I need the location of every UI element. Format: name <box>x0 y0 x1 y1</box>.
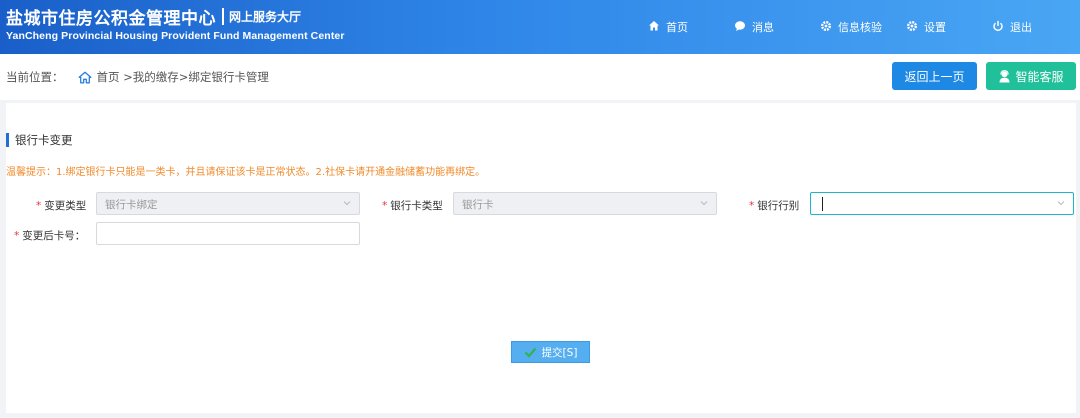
chevron-down-icon <box>343 201 351 206</box>
chevron-down-icon <box>1057 201 1065 206</box>
logo: 盐城市住房公积金管理中心 网上服务大厅 YanCheng Provincial … <box>6 5 345 42</box>
change-type-select[interactable]: 银行卡绑定 <box>96 192 360 215</box>
breadcrumb: 当前位置： 首页 >我的缴存>绑定银行卡管理 <box>6 69 269 85</box>
nav-settings-label: 设置 <box>924 21 946 34</box>
message-icon <box>735 21 745 31</box>
card-type-select[interactable]: 银行卡 <box>453 192 717 215</box>
nav-settings[interactable]: 设置 <box>906 0 946 54</box>
required-mark: * <box>14 230 20 242</box>
bank-select[interactable] <box>810 192 1074 215</box>
new-card-no-input[interactable] <box>96 222 360 245</box>
back-button[interactable]: 返回上一页 <box>892 62 977 90</box>
submit-label: 提交[S] <box>541 346 578 359</box>
section-title: 银行卡变更 <box>6 133 73 147</box>
new-card-no-label-text: 变更后卡号： <box>22 230 86 242</box>
home-icon <box>649 21 659 31</box>
breadcrumb-prefix: 当前位置： <box>6 70 64 84</box>
required-mark: * <box>382 200 388 212</box>
smart-service-button[interactable]: 智能客服 <box>986 62 1076 90</box>
warm-tip: 温馨提示：1.绑定银行卡只能是一类卡，并且请保证该卡是正常状态。2.社保卡请开通… <box>6 167 486 178</box>
customer-service-icon <box>999 69 1010 82</box>
text-caret <box>822 197 823 211</box>
section-title-text: 银行卡变更 <box>15 133 73 147</box>
nav-logout-label: 退出 <box>1010 21 1032 34</box>
card-type-value: 银行卡 <box>462 199 494 211</box>
new-card-no-label: * 变更后卡号： <box>14 228 85 243</box>
top-header: 盐城市住房公积金管理中心 网上服务大厅 YanCheng Provincial … <box>0 0 1080 54</box>
nav-messages-label: 消息 <box>752 21 774 34</box>
gear-icon <box>907 21 917 31</box>
chevron-down-icon <box>700 201 708 206</box>
back-button-label: 返回上一页 <box>904 69 965 84</box>
main-panel: 银行卡变更 温馨提示：1.绑定银行卡只能是一类卡，并且请保证该卡是正常状态。2.… <box>6 103 1076 413</box>
nav-info-verify[interactable]: 信息核验 <box>820 0 882 54</box>
site-title-en: YanCheng Provincial Housing Provident Fu… <box>6 30 345 42</box>
site-subtitle: 网上服务大厅 <box>229 9 302 24</box>
required-mark: * <box>36 200 42 212</box>
card-type-label-text: 银行卡类型 <box>390 200 443 212</box>
home-icon[interactable] <box>78 71 92 84</box>
check-icon <box>524 347 536 358</box>
nav-info-verify-label: 信息核验 <box>838 21 882 34</box>
nav-logout[interactable]: 退出 <box>992 0 1032 54</box>
bank-label-text: 银行行别 <box>757 200 800 212</box>
nav-messages[interactable]: 消息 <box>734 0 774 54</box>
breadcrumb-path[interactable]: 首页 >我的缴存>绑定银行卡管理 <box>97 69 269 85</box>
submit-button[interactable]: 提交[S] <box>511 341 590 363</box>
gear-icon <box>821 21 831 31</box>
section-title-marker <box>6 133 9 147</box>
required-mark: * <box>749 200 755 212</box>
nav-home[interactable]: 首页 <box>648 0 688 54</box>
change-type-label-text: 变更类型 <box>44 200 87 212</box>
smart-service-label: 智能客服 <box>1015 69 1064 84</box>
change-type-label: * 变更类型 <box>36 198 86 213</box>
card-type-label: * 银行卡类型 <box>382 198 443 213</box>
change-type-value: 银行卡绑定 <box>105 199 158 211</box>
bank-label: * 银行行别 <box>749 198 799 213</box>
nav-home-label: 首页 <box>666 21 688 34</box>
title-divider <box>222 7 224 25</box>
site-title: 盐城市住房公积金管理中心 <box>6 8 216 29</box>
power-icon <box>993 21 1003 32</box>
